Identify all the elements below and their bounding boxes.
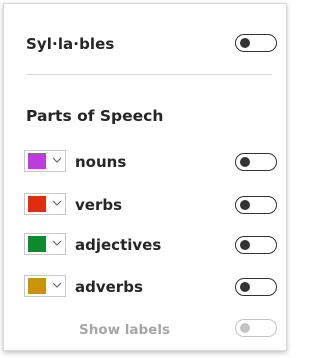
- verbs-toggle[interactable]: [235, 196, 277, 214]
- chevron-down-icon: [52, 240, 62, 246]
- nouns-toggle[interactable]: [235, 153, 277, 171]
- immersive-reader-options-panel: Syl·la·bles Parts of Speech nouns verbs …: [3, 3, 287, 351]
- toggle-knob: [240, 282, 250, 292]
- chevron-down-icon: [52, 200, 62, 206]
- adjectives-toggle[interactable]: [235, 236, 277, 254]
- show-labels-label: Show labels: [79, 322, 170, 338]
- chevron-down-icon: [52, 282, 62, 288]
- parts-of-speech-title: Parts of Speech: [26, 107, 164, 125]
- syllables-label: Syl·la·bles: [26, 35, 115, 53]
- chevron-down-icon: [52, 157, 62, 163]
- verbs-color-swatch: [28, 196, 46, 212]
- nouns-color-picker[interactable]: [24, 150, 66, 172]
- show-labels-toggle: [235, 319, 277, 337]
- toggle-knob: [240, 200, 250, 210]
- toggle-knob: [240, 240, 250, 250]
- adverbs-color-swatch: [28, 278, 46, 294]
- verbs-color-picker[interactable]: [24, 193, 66, 215]
- toggle-knob: [240, 323, 250, 333]
- nouns-label: nouns: [75, 153, 127, 171]
- adjectives-color-swatch: [28, 236, 46, 252]
- toggle-knob: [240, 38, 250, 48]
- verbs-label: verbs: [75, 196, 123, 214]
- adverbs-label: adverbs: [75, 278, 143, 296]
- adverbs-toggle[interactable]: [235, 278, 277, 296]
- nouns-color-swatch: [28, 153, 46, 169]
- adverbs-color-picker[interactable]: [24, 275, 66, 297]
- divider: [26, 74, 272, 75]
- adjectives-color-picker[interactable]: [24, 233, 66, 255]
- toggle-knob: [240, 157, 250, 167]
- adjectives-label: adjectives: [75, 236, 162, 254]
- syllables-toggle[interactable]: [235, 34, 277, 52]
